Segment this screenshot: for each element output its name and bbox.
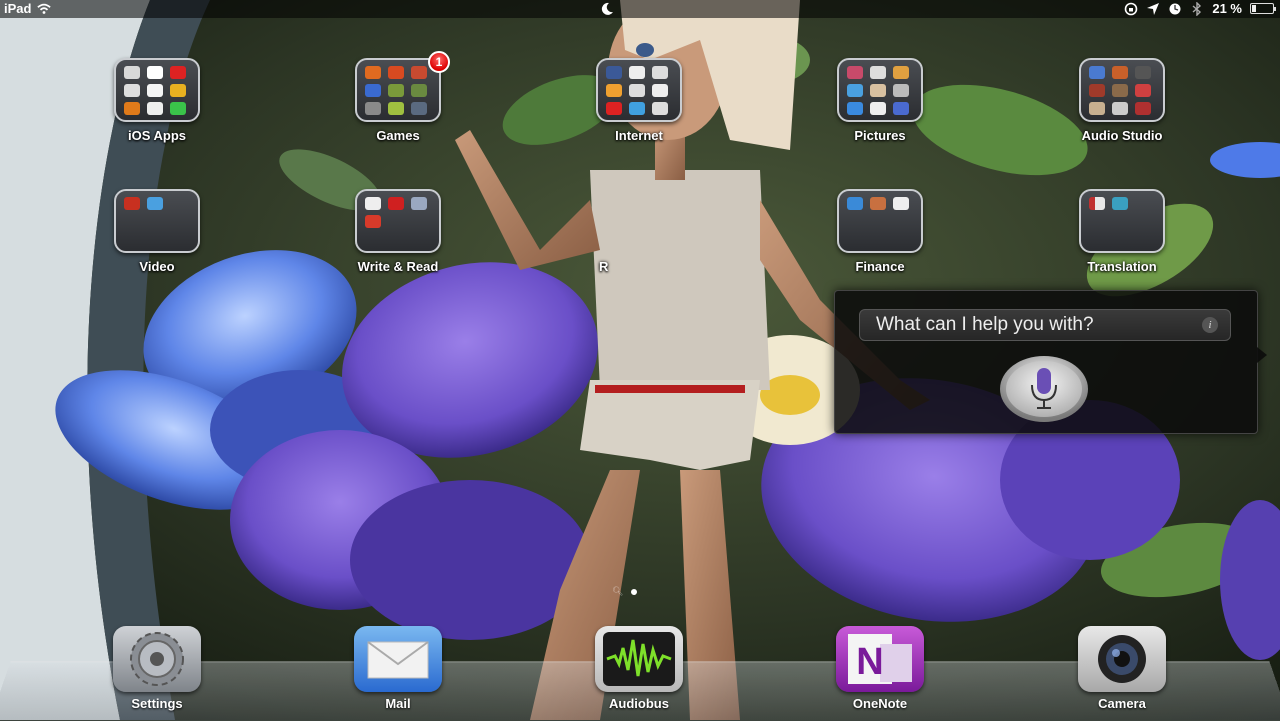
folder-label: Finance xyxy=(855,259,905,274)
folder-write-read[interactable]: Write & Read xyxy=(338,189,458,274)
page-dot-active[interactable] xyxy=(631,588,638,595)
folder-label: iOS Apps xyxy=(127,128,187,143)
folder-label: R xyxy=(599,259,609,274)
battery-percent: 21 % xyxy=(1212,1,1242,16)
audiobus-waveform-icon xyxy=(595,626,683,692)
folder-label: Translation xyxy=(1087,259,1157,274)
folder-pictures[interactable]: Pictures xyxy=(820,58,940,143)
folder-icon xyxy=(355,189,441,253)
siri-mic-button[interactable] xyxy=(999,355,1089,423)
folder-icon xyxy=(837,189,923,253)
folder-icon xyxy=(596,58,682,122)
dock-app-label: Mail xyxy=(385,696,411,711)
spotlight-search-icon[interactable]: 🔍︎ xyxy=(612,586,623,597)
folder-games[interactable]: 1 Games xyxy=(338,51,458,143)
folder-label: Video xyxy=(139,259,175,274)
bluetooth-icon xyxy=(1192,1,1202,16)
folder-icon xyxy=(114,189,200,253)
location-icon xyxy=(1147,2,1160,15)
battery-icon xyxy=(1250,3,1276,14)
folder-label: Games xyxy=(376,128,420,143)
folder-ios-apps[interactable]: iOS Apps xyxy=(97,58,217,143)
dock-app-label: Audiobus xyxy=(609,696,669,711)
device-name: iPad xyxy=(4,1,32,16)
mail-envelope-icon xyxy=(354,626,442,692)
page-indicator[interactable]: 🔍︎ xyxy=(612,586,638,597)
wifi-icon xyxy=(37,3,52,14)
microphone-icon xyxy=(1000,356,1088,422)
folder-label: Write & Read xyxy=(357,259,439,274)
notification-badge: 1 xyxy=(428,51,450,73)
info-icon[interactable]: i xyxy=(1202,317,1218,333)
folder-icon: 1 xyxy=(355,51,450,122)
onenote-icon: N xyxy=(836,626,924,692)
folder-label: Audio Studio xyxy=(1081,128,1163,143)
moon-icon xyxy=(601,2,613,15)
folder-label: Internet xyxy=(615,128,663,143)
folder-finance[interactable]: Finance xyxy=(820,189,940,274)
folder-icon xyxy=(1079,189,1165,253)
rotation-lock-icon xyxy=(1125,2,1138,15)
folder-partially-hidden[interactable]: R xyxy=(540,189,670,274)
alarm-icon xyxy=(1169,3,1181,14)
dock-app-label: Settings xyxy=(131,696,183,711)
folder-audio-studio[interactable]: Audio Studio xyxy=(1062,58,1182,143)
folder-video[interactable]: Video xyxy=(97,189,217,274)
folder-icon xyxy=(114,58,200,122)
svg-text:N: N xyxy=(856,641,883,683)
folder-label: Pictures xyxy=(854,128,906,143)
dock-app-settings[interactable]: Settings xyxy=(97,626,217,711)
camera-lens-icon xyxy=(1078,626,1166,692)
dock-app-mail[interactable]: Mail xyxy=(338,626,458,711)
folder-translation[interactable]: Translation xyxy=(1062,189,1182,274)
settings-gear-icon xyxy=(113,626,201,692)
folder-icon xyxy=(837,58,923,122)
dock-app-label: OneNote xyxy=(852,696,908,711)
status-bar: iPad 21 % xyxy=(0,0,1280,18)
dock-app-onenote[interactable]: N OneNote xyxy=(820,626,940,711)
folder-internet[interactable]: Internet xyxy=(579,58,699,143)
dock-app-audiobus[interactable]: Audiobus xyxy=(579,626,699,711)
siri-prompt-bubble: What can I help you with? i xyxy=(859,309,1231,341)
siri-panel: What can I help you with? i xyxy=(834,290,1267,434)
folder-icon xyxy=(1079,58,1165,122)
siri-prompt-text: What can I help you with? xyxy=(876,314,1094,335)
dock-app-camera[interactable]: Camera xyxy=(1062,626,1182,711)
dock-app-label: Camera xyxy=(1098,696,1146,711)
